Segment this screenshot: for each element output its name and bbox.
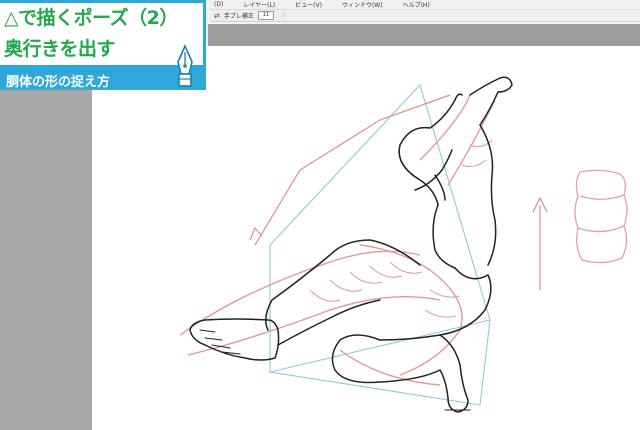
side-cylinder-sketch xyxy=(574,169,628,264)
subtitle-text: 胴体の形の捉え方 xyxy=(6,75,111,90)
guide-arrows xyxy=(249,94,548,290)
title-line-2: 奥行きを出す xyxy=(4,38,116,60)
episode-title-card: △で描くポーズ（2） 奥行きを出す 胴体の形の捉え方 xyxy=(0,0,210,92)
pen-nib-icon xyxy=(177,44,193,87)
title-line-1: △で描くポーズ（2） xyxy=(4,7,178,29)
figure-lineart xyxy=(189,76,513,413)
